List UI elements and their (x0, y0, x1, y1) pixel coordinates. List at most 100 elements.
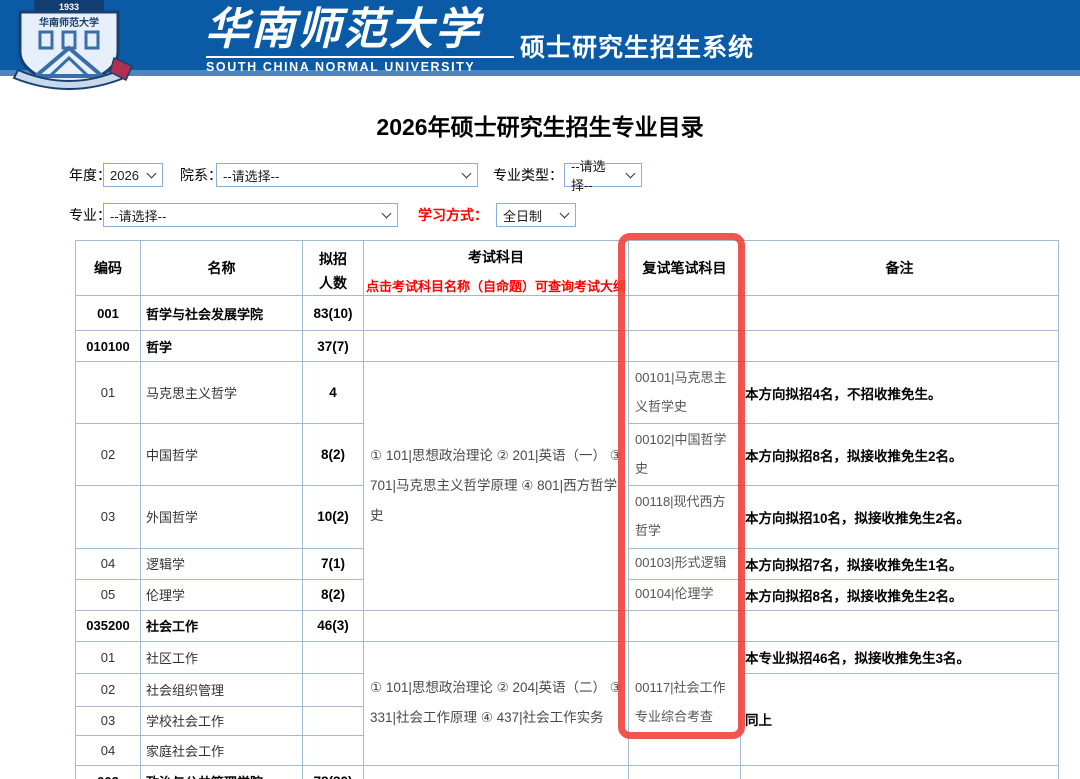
cell-retest: 00101|马克思主义哲学史 (629, 362, 741, 424)
cell-quota: 8(2) (303, 424, 364, 486)
cell-retest: 00102|中国哲学史 (629, 424, 741, 486)
cell-name: 外国哲学 (141, 486, 303, 548)
cell-exam (364, 331, 629, 362)
chevron-down-icon (382, 209, 392, 219)
cell-name: 社会工作 (141, 610, 303, 641)
cell-retest: 00118|现代西方哲学 (629, 486, 741, 548)
cell-remark: 本方向拟招8名，拟接收推免生2名。 (741, 424, 1059, 486)
cell-quota: 7(1) (303, 548, 364, 579)
cell-code: 05 (76, 579, 141, 610)
header-remark: 备注 (741, 241, 1059, 296)
cell-name: 家庭社会工作 (141, 735, 303, 765)
cell-quota (303, 706, 364, 735)
cell-exam-social-work[interactable]: ① 101|思想政治理论 ② 204|英语（二） ③ 331|社会工作原理 ④ … (364, 641, 629, 765)
cell-retest-social-work: 00117|社会工作专业综合考查 (629, 641, 741, 765)
university-logo-crest: 1933 华南师范大学 (6, 0, 191, 90)
cell-remark: 本方向拟招4名，不招收推免生。 (741, 362, 1059, 424)
header-exam-note: 点击考试科目名称（自命题）可查询考试大纲 (364, 276, 628, 295)
cell-quota: 4 (303, 362, 364, 424)
cell-exam (364, 610, 629, 641)
table-header-row: 编码 名称 拟招 人数 考试科目 点击考试科目名称（自命题）可查询考试大纲 复试… (76, 241, 1059, 296)
cell-name: 中国哲学 (141, 424, 303, 486)
cell-code: 04 (76, 548, 141, 579)
cell-retest (629, 296, 741, 331)
catalog-table: 编码 名称 拟招 人数 考试科目 点击考试科目名称（自命题）可查询考试大纲 复试… (75, 240, 1059, 779)
cell-quota: 78(30) (303, 765, 364, 779)
header-exam-title: 考试科目 (364, 247, 628, 267)
table-row: 01 社区工作 ① 101|思想政治理论 ② 204|英语（二） ③ 331|社… (76, 641, 1059, 673)
cell-retest: 00104|伦理学 (629, 579, 741, 610)
cell-code: 002 (76, 765, 141, 779)
banner-rule (206, 56, 514, 58)
university-name-en: SOUTH CHINA NORMAL UNIVERSITY (206, 60, 475, 74)
chevron-down-icon (147, 169, 157, 179)
logo-caption: 华南师范大学 (39, 16, 99, 29)
cell-code: 010100 (76, 331, 141, 362)
cell-code: 02 (76, 424, 141, 486)
department-select[interactable]: --请选择-- (216, 163, 478, 187)
cell-exam (364, 765, 629, 779)
study-mode-label: 学习方式： (418, 203, 488, 227)
header-code: 编码 (76, 241, 141, 296)
cell-name: 社会组织管理 (141, 673, 303, 706)
study-mode-select[interactable]: 全日制 (496, 203, 576, 227)
cell-code: 01 (76, 362, 141, 424)
major-select-value: --请选择-- (110, 206, 166, 225)
page-title: 2026年硕士研究生招生专业目录 (0, 108, 1080, 142)
cell-exam (364, 296, 629, 331)
cell-code: 04 (76, 735, 141, 765)
cell-remark (741, 296, 1059, 331)
table-row: 01 马克思主义哲学 4 ① 101|思想政治理论 ② 201|英语（一） ③ … (76, 362, 1059, 424)
header-banner: 1933 华南师范大学 华南师范大学 硕士研究生招生系统 SOUTH CHINA… (0, 0, 1080, 76)
cell-quota (303, 735, 364, 765)
cell-name: 学校社会工作 (141, 706, 303, 735)
major-type-select[interactable]: --请选择-- (564, 163, 642, 187)
cell-remark: 本方向拟招7名，拟接收推免生1名。 (741, 548, 1059, 579)
cell-retest: 00103|形式逻辑 (629, 548, 741, 579)
major-select[interactable]: --请选择-- (103, 203, 398, 227)
cell-remark: 本专业拟招46名，拟接收推免生3名。 (741, 641, 1059, 673)
cell-code: 035200 (76, 610, 141, 641)
chevron-down-icon (560, 209, 570, 219)
cell-code: 02 (76, 673, 141, 706)
cell-name: 哲学 (141, 331, 303, 362)
cell-name: 逻辑学 (141, 548, 303, 579)
cell-exam-philosophy[interactable]: ① 101|思想政治理论 ② 201|英语（一） ③ 701|马克思主义哲学原理… (364, 362, 629, 611)
department-select-value: --请选择-- (223, 166, 279, 185)
cell-code: 001 (76, 296, 141, 331)
cell-remark (741, 765, 1059, 779)
header-name: 名称 (141, 241, 303, 296)
table-row: 002 政治与公共管理学院 78(30) (76, 765, 1059, 779)
cell-quota: 37(7) (303, 331, 364, 362)
page: 1933 华南师范大学 华南师范大学 硕士研究生招生系统 SOUTH CHINA… (0, 0, 1080, 779)
cell-retest (629, 765, 741, 779)
header-quota-line1: 拟招 (303, 249, 363, 269)
cell-retest (629, 331, 741, 362)
header-quota-line2: 人数 (303, 273, 363, 293)
cell-remark (741, 610, 1059, 641)
study-mode-select-value: 全日制 (503, 206, 542, 225)
cell-remark (741, 331, 1059, 362)
chevron-down-icon (462, 169, 472, 179)
year-select-value: 2026 (110, 168, 139, 183)
table-row: 035200 社会工作 46(3) (76, 610, 1059, 641)
header-quota: 拟招 人数 (303, 241, 364, 296)
cell-quota: 83(10) (303, 296, 364, 331)
cell-name: 哲学与社会发展学院 (141, 296, 303, 331)
cell-quota: 46(3) (303, 610, 364, 641)
chevron-down-icon (626, 169, 636, 179)
cell-quota: 10(2) (303, 486, 364, 548)
cell-code: 01 (76, 641, 141, 673)
cell-quota: 8(2) (303, 579, 364, 610)
major-type-label: 专业类型： (493, 163, 563, 187)
year-select[interactable]: 2026 (103, 163, 163, 187)
table-row: 001 哲学与社会发展学院 83(10) (76, 296, 1059, 331)
header-exam: 考试科目 点击考试科目名称（自命题）可查询考试大纲 (364, 241, 629, 296)
cell-name: 马克思主义哲学 (141, 362, 303, 424)
cell-code: 03 (76, 486, 141, 548)
cell-code: 03 (76, 706, 141, 735)
header-retest: 复试笔试科目 (629, 241, 741, 296)
university-name-cn: 华南师范大学 (205, 2, 535, 58)
cell-name: 伦理学 (141, 579, 303, 610)
cell-remark: 本方向拟招10名，拟接收推免生2名。 (741, 486, 1059, 548)
